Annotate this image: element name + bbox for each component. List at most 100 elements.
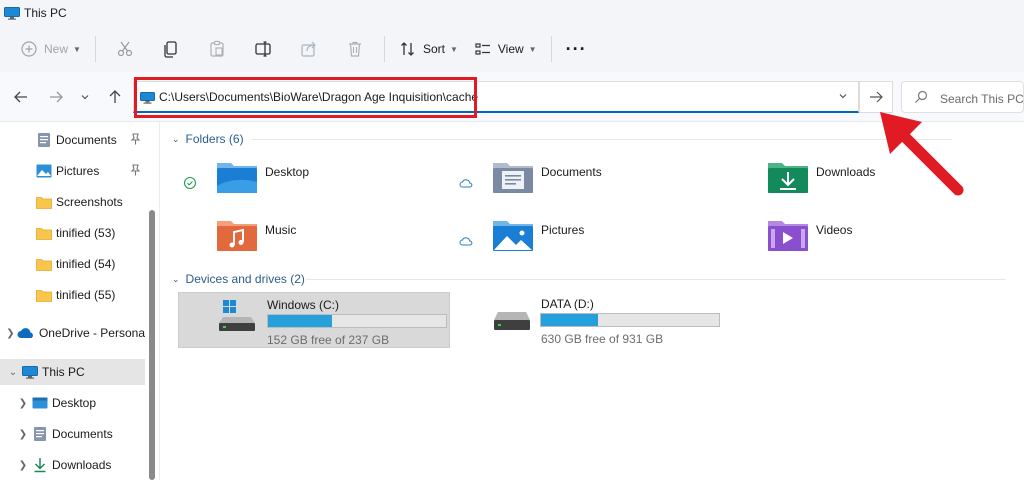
sidebar-item-label: Desktop	[52, 396, 97, 410]
chevron-right-icon[interactable]: ❯	[16, 429, 30, 440]
cut-button[interactable]	[102, 33, 148, 65]
folder-name: Desktop	[265, 165, 310, 179]
sort-label: Sort	[422, 42, 445, 56]
sidebar-item-desktop[interactable]: ❯ Desktop	[0, 390, 145, 416]
rename-button[interactable]	[240, 33, 286, 65]
sidebar-item-documents[interactable]: Documents	[0, 127, 145, 153]
sidebar-item-label: Documents	[56, 133, 117, 147]
this-pc-icon	[4, 6, 20, 20]
sort-icon	[399, 40, 417, 58]
sidebar-item-tinified-53[interactable]: tinified (53)	[0, 220, 145, 246]
desktop-folder-icon	[217, 163, 257, 193]
new-label: New	[44, 42, 69, 56]
drive-usage-fill	[541, 314, 598, 326]
chevron-down-icon	[81, 95, 89, 100]
sidebar-item-label: tinified (54)	[56, 257, 116, 271]
divider	[550, 36, 552, 62]
folder-tile-documents[interactable]: Documents	[459, 160, 712, 204]
share-icon	[301, 41, 316, 57]
annotation-arrow	[880, 112, 964, 196]
drives-group-header[interactable]: ⌄ Devices and drives (2)	[172, 272, 1012, 286]
sort-button[interactable]: Sort ▼	[391, 33, 466, 65]
chevron-right-icon[interactable]: ❯	[6, 328, 15, 339]
sidebar-scrollbar[interactable]	[148, 210, 156, 480]
sidebar-item-label: Documents	[52, 427, 113, 441]
divider	[383, 36, 385, 62]
folder-tile-pictures[interactable]: Pictures	[459, 218, 712, 262]
documents-folder-icon	[493, 163, 533, 193]
folder-icon	[36, 287, 52, 303]
forward-button[interactable]	[45, 86, 67, 108]
share-button[interactable]	[286, 33, 332, 65]
trash-icon	[348, 41, 361, 57]
rename-icon	[255, 41, 271, 57]
copy-icon	[164, 41, 177, 58]
folder-tile-videos[interactable]: Videos	[767, 218, 987, 262]
downloads-folder-icon	[768, 163, 808, 193]
sidebar-item-label: tinified (53)	[56, 226, 116, 240]
folder-icon	[36, 256, 52, 272]
window-title: This PC	[24, 6, 67, 20]
sidebar-item-this-pc[interactable]: ⌄ This PC	[0, 359, 145, 385]
delete-button[interactable]	[332, 33, 378, 65]
documents-icon	[32, 426, 48, 442]
drive-free-space: 630 GB free of 931 GB	[541, 332, 664, 346]
drive-tile-windows-c[interactable]: Windows (C:) 152 GB free of 237 GB	[178, 292, 450, 348]
sidebar-item-tinified-55[interactable]: tinified (55)	[0, 282, 145, 308]
videos-folder-icon	[768, 221, 808, 251]
sidebar-item-tinified-54[interactable]: tinified (54)	[0, 251, 145, 277]
folder-icon	[36, 225, 52, 241]
this-pc-icon	[22, 364, 38, 380]
scissors-icon	[117, 41, 133, 57]
drive-tile-data-d[interactable]: DATA (D:) 630 GB free of 931 GB	[492, 292, 764, 348]
pin-icon	[130, 164, 141, 176]
scrollbar-thumb[interactable]	[149, 210, 155, 480]
sidebar-item-label: OneDrive - Persona	[38, 326, 145, 340]
view-label: View	[497, 42, 524, 56]
clipboard-icon	[210, 40, 224, 57]
synced-check-icon	[183, 176, 197, 190]
chevron-down-icon[interactable]: ⌄	[6, 367, 20, 378]
view-button[interactable]: View ▼	[466, 33, 545, 65]
folder-tile-music[interactable]: Music	[216, 218, 436, 262]
hard-drive-icon	[494, 312, 530, 330]
copy-button[interactable]	[148, 33, 194, 65]
divider	[94, 36, 96, 62]
folder-tile-desktop[interactable]: Desktop	[183, 160, 436, 204]
cloud-icon	[459, 234, 473, 248]
arrow-right-icon	[50, 91, 63, 103]
back-button[interactable]	[10, 86, 32, 108]
sidebar-item-label: Downloads	[52, 458, 112, 472]
pictures-icon	[36, 163, 52, 179]
view-icon	[474, 40, 492, 58]
paste-button[interactable]	[194, 33, 240, 65]
navigation-pane: Documents Pictures Screenshots tinified …	[0, 122, 160, 480]
sidebar-item-pictures[interactable]: Pictures	[0, 158, 145, 184]
recent-locations-button[interactable]	[74, 86, 96, 108]
chevron-right-icon[interactable]: ❯	[16, 398, 30, 409]
sidebar-item-screenshots[interactable]: Screenshots	[0, 189, 145, 215]
sidebar-item-downloads[interactable]: ❯ Downloads	[0, 452, 145, 478]
up-button[interactable]	[104, 86, 126, 108]
music-folder-icon	[217, 221, 257, 251]
chevron-down-icon: ▼	[449, 44, 458, 54]
drive-name: Windows (C:)	[267, 298, 340, 312]
sidebar-item-onedrive[interactable]: ❯ OneDrive - Persona	[0, 320, 145, 346]
drives-group-label: Devices and drives (2)	[185, 272, 305, 286]
divider	[252, 139, 952, 140]
drive-usage-fill	[268, 315, 333, 327]
sidebar-item-documents-pc[interactable]: ❯ Documents	[0, 421, 145, 447]
sidebar-item-label: Pictures	[56, 164, 100, 178]
chevron-right-icon[interactable]: ❯	[16, 460, 30, 471]
sidebar-item-label: Screenshots	[56, 195, 123, 209]
folders-group-label: Folders (6)	[185, 132, 244, 146]
more-options-button[interactable]: ···	[558, 33, 595, 65]
search-placeholder: Search This PC	[940, 92, 1024, 106]
folder-name: Music	[265, 223, 297, 237]
folder-name: Documents	[541, 165, 602, 179]
address-dropdown-icon[interactable]	[838, 91, 848, 103]
drive-usage-bar	[540, 313, 720, 327]
title-bar: This PC	[0, 0, 1024, 26]
new-button[interactable]: New ▼	[12, 33, 89, 65]
folder-name: Downloads	[816, 165, 876, 179]
